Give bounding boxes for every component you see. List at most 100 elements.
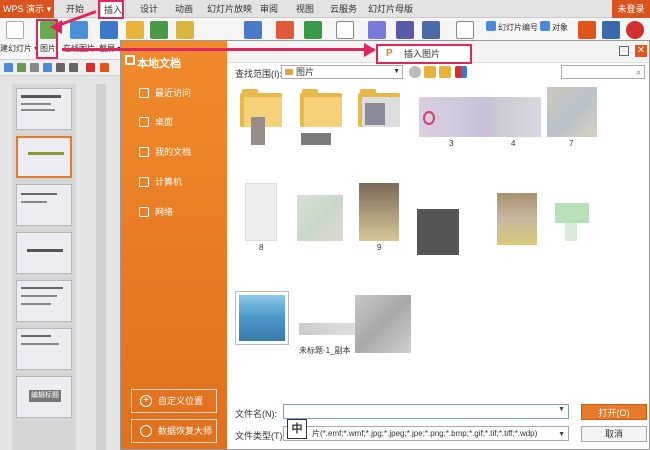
look-in-select[interactable]: 图片 ▼: [281, 65, 403, 79]
cancel-button[interactable]: 取消: [581, 426, 647, 442]
file-item[interactable]: [355, 87, 403, 149]
equation-icon[interactable]: [422, 21, 440, 39]
ime-indicator: 中: [287, 419, 307, 439]
header-footer-icon[interactable]: [456, 21, 474, 39]
file-item[interactable]: 未标题-1_副本: [295, 323, 361, 363]
format-painter-icon[interactable]: [86, 63, 95, 72]
sidebar-item-desktop[interactable]: 桌面: [139, 114, 173, 130]
symbol-icon[interactable]: [396, 21, 414, 39]
file-item[interactable]: [297, 195, 345, 249]
table-icon[interactable]: [304, 21, 322, 39]
chevron-down-icon: ▼: [393, 68, 400, 75]
chevron-down-icon: ▼: [558, 431, 565, 438]
print-icon[interactable]: [30, 63, 39, 72]
file-type-label: 文件类型(T):: [235, 431, 285, 441]
plus-icon: +: [140, 395, 152, 407]
new-slide-icon[interactable]: [6, 21, 24, 39]
screenshot-icon[interactable]: [100, 21, 118, 39]
tab-slideshow[interactable]: 幻灯片放映: [207, 0, 252, 18]
file-name-input[interactable]: ▼: [283, 404, 569, 419]
view-menu-icon[interactable]: [455, 66, 467, 78]
new-folder-icon[interactable]: [439, 66, 451, 78]
tab-review[interactable]: 审阅: [260, 0, 278, 18]
audio-icon[interactable]: [578, 21, 596, 39]
sidebar-item-recent[interactable]: 最近访问: [139, 85, 191, 101]
slide-title-text: 编辑标题: [29, 390, 61, 402]
export-icon[interactable]: [17, 63, 26, 72]
slide-number-label[interactable]: 幻灯片编号: [498, 22, 538, 33]
maximize-icon[interactable]: [619, 46, 629, 56]
slide-panel-scrollbar[interactable]: [96, 84, 106, 450]
data-recovery-button[interactable]: 数据恢复大师: [131, 419, 217, 443]
tab-view[interactable]: 视图: [296, 0, 314, 18]
object-label[interactable]: 对象: [552, 22, 568, 33]
file-item[interactable]: 4: [491, 97, 543, 148]
login-button[interactable]: 未登录: [612, 0, 650, 18]
file-item[interactable]: [355, 295, 415, 361]
video-icon[interactable]: [602, 21, 620, 39]
sidebar-item-my-documents[interactable]: 我的文档: [139, 144, 191, 160]
sidebar-item-computer[interactable]: 计算机: [139, 174, 182, 190]
file-name: 8: [259, 243, 264, 252]
back-icon[interactable]: [409, 66, 421, 78]
network-icon: [139, 207, 149, 217]
file-item[interactable]: [417, 209, 463, 259]
undo-icon[interactable]: [56, 63, 65, 72]
redo-icon[interactable]: [69, 63, 78, 72]
mindmap-icon[interactable]: [276, 21, 294, 39]
file-item[interactable]: [547, 183, 595, 249]
folder-icon: [139, 147, 149, 157]
flowchart-icon[interactable]: [244, 21, 262, 39]
tab-design[interactable]: 设计: [140, 0, 158, 18]
close-icon[interactable]: ✕: [635, 45, 647, 57]
slide-thumbnail-panel: 编辑标题: [0, 76, 120, 450]
new-slide-label[interactable]: 建幻灯片 ▾: [0, 43, 38, 54]
slide-thumbnail-5[interactable]: [16, 280, 72, 322]
open-button[interactable]: 打开(O): [581, 404, 647, 420]
file-item[interactable]: [237, 87, 285, 149]
slide-thumbnail-3[interactable]: [16, 184, 72, 226]
file-item[interactable]: [235, 291, 291, 357]
shapes-icon[interactable]: [126, 21, 144, 39]
slide-thumbnail-1[interactable]: [16, 88, 72, 130]
flash-icon[interactable]: [626, 21, 644, 39]
tab-slide-master[interactable]: 幻灯片母版: [368, 0, 413, 18]
sidebar-item-network[interactable]: 网络: [139, 204, 173, 220]
recovery-icon: [140, 425, 152, 437]
file-name: 4: [511, 139, 516, 148]
annotation-arrow-head: [364, 43, 376, 57]
wps-app-menu[interactable]: WPS 演示 ▾: [0, 0, 54, 18]
tab-animation[interactable]: 动画: [175, 0, 193, 18]
look-in-label: 查找范围(I):: [235, 69, 282, 79]
smartart-icon[interactable]: [176, 21, 194, 39]
save-icon[interactable]: [4, 63, 13, 72]
wps-doc-icon[interactable]: [100, 63, 109, 72]
object-icon[interactable]: [540, 21, 550, 31]
file-item[interactable]: [493, 193, 541, 249]
slide-thumbnail-4[interactable]: [16, 232, 72, 274]
file-item[interactable]: 7: [539, 87, 601, 148]
file-item[interactable]: 9: [355, 183, 403, 252]
custom-location-button[interactable]: + 自定义位置: [131, 389, 217, 413]
file-item[interactable]: [297, 87, 345, 149]
dialog-sidebar: 本地文档 最近访问 桌面 我的文档 计算机 网络 + 自定义位置 数据恢复大师: [121, 41, 227, 449]
slide-number-icon[interactable]: [486, 21, 496, 31]
file-name: 未标题-1_副本: [299, 346, 351, 355]
slide-thumbnail-6[interactable]: [16, 328, 72, 370]
online-picture-icon[interactable]: [70, 21, 88, 39]
chart-icon[interactable]: [150, 21, 168, 39]
art-text-icon[interactable]: [368, 21, 386, 39]
file-type-select[interactable]: 片(*.emf;*.wmf;*.jpg;*.jpeg;*.jpe;*.png;*…: [283, 426, 569, 441]
quick-access-toolbar: [0, 60, 120, 76]
tab-cloud[interactable]: 云服务: [330, 0, 357, 18]
file-item[interactable]: 3: [419, 97, 491, 148]
preview-icon[interactable]: [43, 63, 52, 72]
slide-thumbnail-7[interactable]: 编辑标题: [16, 376, 72, 418]
textbox-icon[interactable]: [336, 21, 354, 39]
picture-icon: P: [386, 48, 393, 59]
sidebar-title: 本地文档: [137, 58, 181, 70]
search-input[interactable]: ⌕: [561, 65, 645, 79]
up-folder-icon[interactable]: [424, 66, 436, 78]
file-item[interactable]: 8: [237, 183, 285, 252]
slide-thumbnail-2[interactable]: [16, 136, 72, 178]
